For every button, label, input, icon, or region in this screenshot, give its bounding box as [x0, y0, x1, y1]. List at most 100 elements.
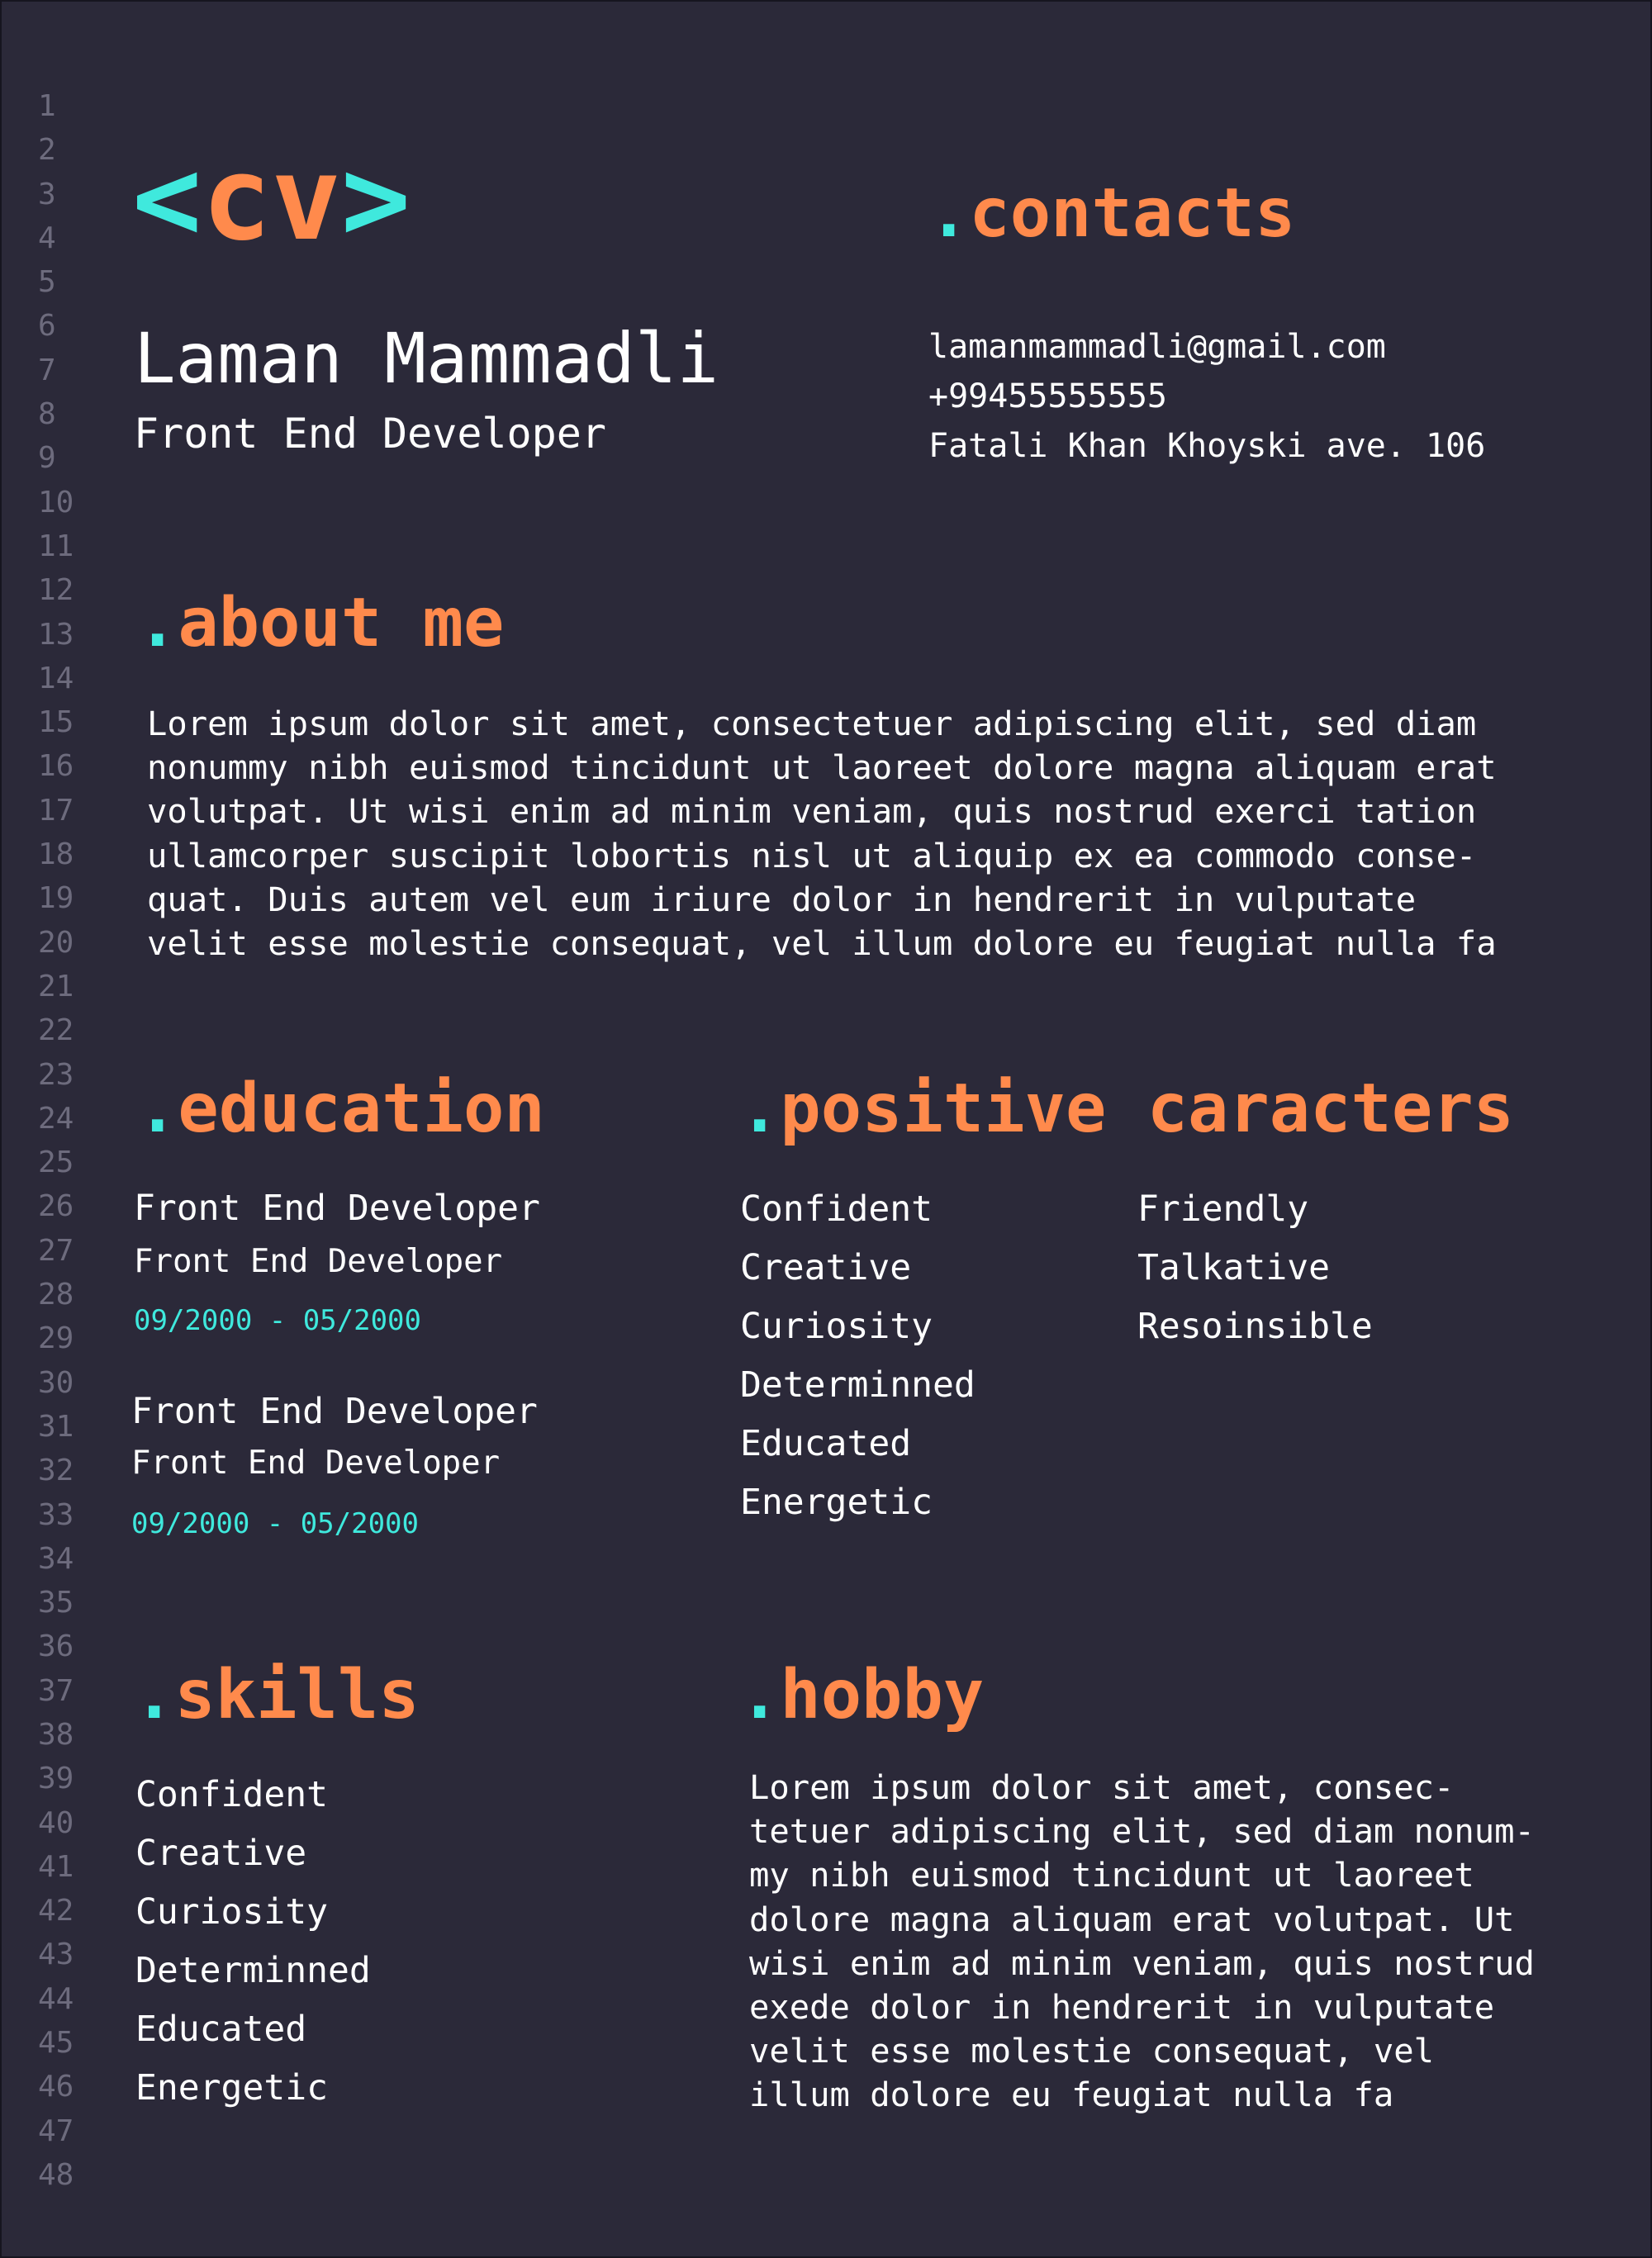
line-number: 26: [38, 1189, 74, 1224]
line-number: 20: [38, 925, 74, 960]
line-number: 41: [38, 1849, 74, 1884]
list-item: Determinned: [135, 1950, 371, 1991]
line-number: 13: [38, 617, 74, 652]
line-number: 3: [38, 177, 56, 211]
line-number: 44: [38, 1981, 74, 2016]
line-number: 45: [38, 2026, 74, 2061]
line-number: 23: [38, 1057, 74, 1092]
education-heading-text: education: [178, 1070, 545, 1148]
line-number: 43: [38, 1938, 74, 1972]
hobby-line: tetuer adipiscing elit, sed diam nonum-: [749, 1811, 1535, 1852]
line-number: 5: [38, 265, 56, 300]
education-entry-title: Front End Developer: [131, 1391, 538, 1432]
line-number: 15: [38, 705, 74, 740]
line-number: 17: [38, 793, 74, 828]
list-item: Energetic: [135, 2067, 328, 2109]
contacts-block: lamanmammadli@gmail.com +99455555555 Fat…: [928, 322, 1485, 471]
about-heading: .about me: [137, 590, 504, 657]
hobby-heading: .hobby: [739, 1662, 984, 1729]
line-number: 24: [38, 1101, 74, 1136]
line-number: 36: [38, 1629, 74, 1664]
hobby-line: dolore magna aliquam erat volutpat. Ut: [749, 1899, 1515, 1939]
cv-page: 1 2 3 4 5 6 7 8 9 10 11 12 13 14 15 16 17 18 19 20 21 22 23 24 2…: [0, 0, 1652, 2258]
list-item: Confident: [740, 1188, 933, 1230]
about-line: nonummy nibh euismod tincidunt ut laoree…: [147, 747, 1497, 788]
line-number: 46: [38, 2070, 74, 2104]
hobby-heading-text: hobby: [780, 1656, 985, 1734]
skills-heading-text: skills: [174, 1656, 420, 1734]
about-line: quat. Duis autem vel eum iriure dolor in…: [147, 879, 1417, 919]
about-heading-text: about me: [178, 584, 505, 662]
line-number: 14: [38, 661, 74, 695]
skills-heading-dot: .: [134, 1656, 175, 1734]
line-number: 2: [38, 133, 56, 168]
list-item: Determinned: [740, 1364, 976, 1406]
list-item: Curiosity: [740, 1306, 933, 1347]
line-number: 32: [38, 1454, 74, 1488]
line-number: 35: [38, 1586, 74, 1620]
about-line: ullamcorper suscipit lobortis nisl ut al…: [147, 835, 1477, 875]
line-number: 37: [38, 1673, 74, 1708]
line-number: 4: [38, 221, 56, 255]
education-entry-dates: 09/2000 - 05/2000: [134, 1304, 421, 1337]
line-number: 22: [38, 1013, 74, 1048]
line-number: 7: [38, 353, 56, 387]
line-number: 30: [38, 1365, 74, 1400]
line-number: 29: [38, 1321, 74, 1356]
line-number: 31: [38, 1409, 74, 1444]
hobby-line: illum dolore eu feugiat nulla fa: [749, 2075, 1394, 2115]
line-number: 34: [38, 1541, 74, 1576]
hobby-line: Lorem ipsum dolor sit amet, consec-: [749, 1767, 1455, 1807]
contact-email[interactable]: lamanmammadli@gmail.com: [928, 322, 1485, 372]
line-number: 8: [38, 397, 56, 432]
cv-logo: <cv>: [132, 142, 411, 258]
education-entry-title: Front End Developer: [134, 1188, 540, 1229]
line-number: 39: [38, 1762, 74, 1796]
list-item: Energetic: [740, 1482, 933, 1523]
list-item: Educated: [740, 1423, 912, 1464]
contact-address: Fatali Khan Khoyski ave. 106: [928, 427, 1486, 465]
line-number-gutter: 1 2 3 4 5 6 7 8 9 10 11 12 13 14 15 16 17 18 19 20 21 22 23 24 2…: [2, 84, 76, 2197]
contacts-heading: .contacts: [928, 180, 1295, 248]
logo-open-bracket: <: [132, 132, 202, 267]
list-item: Creative: [135, 1833, 307, 1874]
list-item: Resoinsible: [1137, 1306, 1373, 1347]
contacts-heading-text: contacts: [969, 174, 1296, 253]
hobby-line: velit esse molestie consequat, vel: [749, 2031, 1435, 2071]
line-number: 42: [38, 1894, 74, 1928]
list-item: Curiosity: [135, 1891, 328, 1933]
line-number: 47: [38, 2113, 74, 2148]
contact-phone[interactable]: +99455555555: [928, 372, 1485, 421]
education-entry-subtitle: Front End Developer: [134, 1243, 503, 1280]
positive-heading-dot: .: [739, 1070, 781, 1148]
line-number: 33: [38, 1497, 74, 1532]
line-number: 19: [38, 881, 74, 916]
hobby-line: my nibh euismod tincidunt ut laoreet: [749, 1855, 1474, 1895]
line-number: 27: [38, 1233, 74, 1268]
skills-list: Confident Creative Curiosity Determinned…: [135, 1766, 371, 2118]
line-number: 1: [38, 89, 56, 123]
education-entry-dates: 09/2000 - 05/2000: [131, 1507, 419, 1540]
line-number: 6: [38, 309, 56, 344]
line-number: 10: [38, 485, 74, 519]
education-heading-dot: .: [137, 1070, 178, 1148]
hobby-line: exede dolor in hendrerit in vulputate: [749, 1987, 1495, 2028]
list-item: Talkative: [1137, 1247, 1330, 1288]
about-text: Lorem ipsum dolor sit amet, consectetuer…: [147, 702, 1497, 965]
list-item: Friendly: [1137, 1188, 1309, 1230]
about-line: volutpat. Ut wisi enim ad minim veniam, …: [147, 791, 1477, 832]
line-number: 16: [38, 749, 74, 784]
line-number: 28: [38, 1278, 74, 1312]
positive-heading-text: positive caracters: [780, 1070, 1515, 1148]
line-number: 11: [38, 529, 74, 563]
logo-text: cv: [202, 132, 341, 267]
hobby-heading-dot: .: [739, 1656, 781, 1734]
skills-heading: .skills: [134, 1662, 420, 1729]
education-entry-subtitle: Front End Developer: [131, 1444, 501, 1482]
line-number: 12: [38, 573, 74, 608]
list-item: Creative: [740, 1247, 912, 1288]
positive-heading: .positive caracters: [739, 1075, 1514, 1143]
logo-close-bracket: >: [340, 132, 411, 267]
list-item: Educated: [135, 2009, 307, 2050]
line-number: 38: [38, 1717, 74, 1752]
